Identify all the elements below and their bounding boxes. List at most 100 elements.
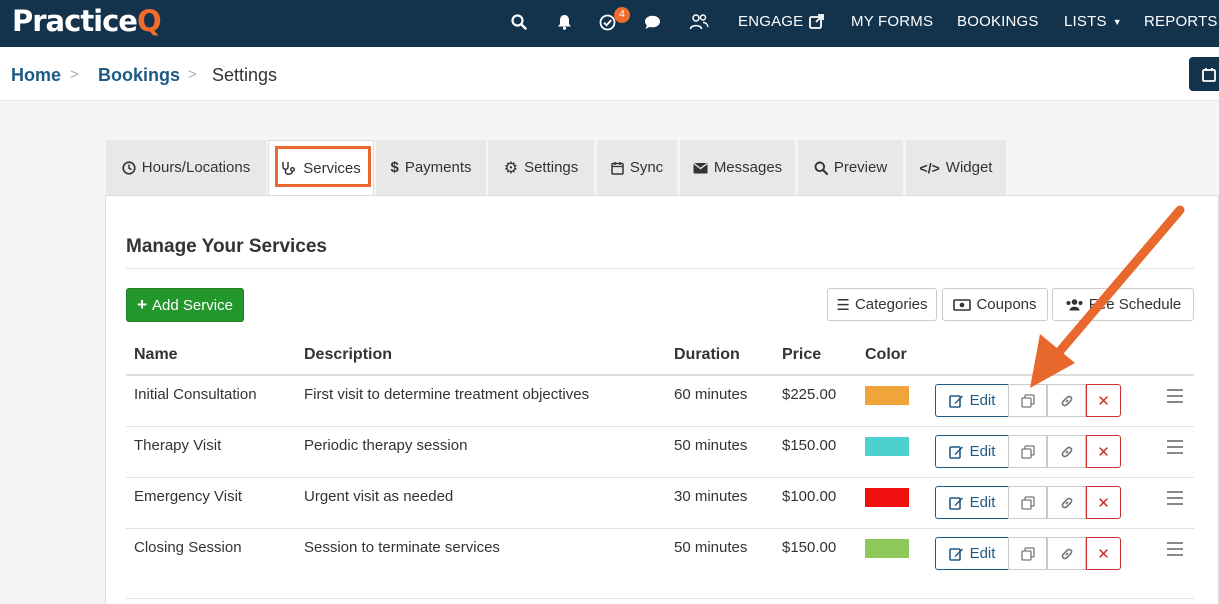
row-divider bbox=[126, 477, 1194, 478]
chat-icon[interactable] bbox=[642, 12, 662, 32]
breadcrumb-current: Settings bbox=[212, 65, 278, 85]
link-button[interactable] bbox=[1047, 384, 1086, 417]
drag-handle-icon[interactable] bbox=[1167, 542, 1183, 556]
calendar-icon bbox=[611, 161, 624, 175]
breadcrumb-separator: > bbox=[70, 66, 79, 83]
edit-button[interactable]: Edit bbox=[935, 435, 1009, 468]
delete-button[interactable]: ✕ bbox=[1086, 486, 1121, 519]
service-color-swatch bbox=[865, 539, 909, 558]
link-button[interactable] bbox=[1047, 486, 1086, 519]
practiceq-logo[interactable]: Practice Q bbox=[12, 4, 162, 40]
add-service-label: Add Service bbox=[152, 296, 233, 314]
tab-payments[interactable]: $ Payments bbox=[376, 140, 486, 195]
add-service-button[interactable]: + Add Service bbox=[126, 288, 244, 322]
envelope-icon bbox=[693, 162, 708, 173]
link-icon bbox=[1061, 446, 1072, 457]
coupons-label: Coupons bbox=[976, 296, 1037, 313]
row-divider bbox=[126, 528, 1194, 529]
bell-icon[interactable] bbox=[554, 12, 574, 32]
service-name: Emergency Visit bbox=[134, 488, 243, 505]
delete-button[interactable]: ✕ bbox=[1086, 384, 1121, 417]
breadcrumb-bookings[interactable]: Bookings bbox=[98, 65, 180, 86]
link-icon bbox=[1061, 548, 1072, 559]
service-color-swatch bbox=[865, 488, 909, 507]
tab-sync[interactable]: Sync bbox=[597, 140, 677, 195]
calendar-icon bbox=[1202, 67, 1216, 82]
tab-payments-label: Payments bbox=[404, 159, 472, 176]
drag-handle-icon[interactable] bbox=[1167, 440, 1183, 454]
delete-button[interactable]: ✕ bbox=[1086, 537, 1121, 570]
col-header-color: Color bbox=[865, 346, 907, 363]
caret-down-icon: ▼ bbox=[1112, 16, 1122, 27]
breadcrumb-home[interactable]: Home bbox=[11, 65, 61, 86]
service-name: Therapy Visit bbox=[134, 437, 222, 454]
link-icon bbox=[1061, 395, 1072, 406]
gear-icon: ⚙ bbox=[503, 159, 519, 177]
col-header-description: Description bbox=[304, 346, 393, 363]
tab-preview[interactable]: Preview bbox=[798, 140, 903, 195]
drag-handle-icon[interactable] bbox=[1167, 389, 1183, 403]
search-icon bbox=[814, 161, 828, 175]
nav-lists-label: LISTS bbox=[1064, 13, 1107, 30]
duplicate-button[interactable] bbox=[1008, 486, 1047, 519]
notification-badge: 4 bbox=[614, 7, 630, 23]
nav-engage[interactable]: ENGAGE bbox=[738, 13, 825, 30]
service-duration: 60 minutes bbox=[674, 386, 748, 403]
fee-schedule-label: Fee Schedule bbox=[1088, 296, 1182, 313]
clients-icon[interactable] bbox=[689, 12, 709, 32]
coupons-button[interactable]: Coupons bbox=[942, 288, 1048, 321]
service-duration: 50 minutes bbox=[674, 539, 748, 556]
nav-bookings[interactable]: BOOKINGS bbox=[957, 13, 1039, 30]
link-button[interactable] bbox=[1047, 435, 1086, 468]
col-header-name: Name bbox=[134, 346, 178, 363]
nav-reports[interactable]: REPORTS bbox=[1144, 13, 1218, 30]
edit-icon bbox=[948, 394, 963, 408]
edit-icon bbox=[948, 445, 963, 459]
tab-widget[interactable]: </> Widget bbox=[906, 140, 1006, 195]
service-price: $100.00 bbox=[782, 488, 837, 505]
code-icon: </> bbox=[919, 159, 940, 176]
edit-button[interactable]: Edit bbox=[935, 537, 1009, 570]
search-icon[interactable] bbox=[509, 12, 529, 32]
copy-icon bbox=[1020, 393, 1035, 408]
nav-my-forms-label: MY FORMS bbox=[851, 13, 934, 30]
users-icon bbox=[1066, 299, 1083, 311]
tab-hours-locations[interactable]: Hours/Locations bbox=[106, 140, 266, 195]
copy-icon bbox=[1020, 546, 1035, 561]
duplicate-button[interactable] bbox=[1008, 537, 1047, 570]
list-icon: ☰ bbox=[836, 296, 850, 314]
service-description: Session to terminate services bbox=[304, 539, 500, 556]
duplicate-button[interactable] bbox=[1008, 384, 1047, 417]
page-title: Manage Your Services bbox=[126, 236, 328, 257]
drag-handle-icon[interactable] bbox=[1167, 491, 1183, 505]
tab-messages[interactable]: Messages bbox=[680, 140, 795, 195]
service-name: Initial Consultation bbox=[134, 386, 257, 403]
tab-preview-label: Preview bbox=[833, 159, 888, 176]
edit-button[interactable]: Edit bbox=[935, 486, 1009, 519]
delete-button[interactable]: ✕ bbox=[1086, 435, 1121, 468]
close-icon: ✕ bbox=[1097, 443, 1110, 461]
edit-button[interactable]: Edit bbox=[935, 384, 1009, 417]
fee-schedule-button[interactable]: Fee Schedule bbox=[1052, 288, 1194, 321]
tab-settings[interactable]: ⚙ Settings bbox=[488, 140, 594, 195]
service-color-swatch bbox=[865, 386, 909, 405]
categories-button[interactable]: ☰ Categories bbox=[827, 288, 937, 321]
copy-icon bbox=[1020, 444, 1035, 459]
service-name: Closing Session bbox=[134, 539, 242, 556]
edit-label: Edit bbox=[969, 443, 996, 460]
edit-label: Edit bbox=[969, 545, 996, 562]
edit-icon bbox=[948, 496, 963, 510]
tab-hours-locations-label: Hours/Locations bbox=[141, 159, 251, 176]
calendar-button[interactable] bbox=[1189, 57, 1219, 91]
close-icon: ✕ bbox=[1097, 545, 1110, 563]
categories-label: Categories bbox=[854, 296, 928, 313]
nav-my-forms[interactable]: MY FORMS bbox=[851, 13, 933, 30]
link-button[interactable] bbox=[1047, 537, 1086, 570]
nav-lists[interactable]: LISTS ▼ bbox=[1064, 13, 1122, 30]
plus-icon: + bbox=[137, 295, 148, 314]
top-navbar: Practice Q 4 ENGAGE MY FORMS BOOKINGS LIS… bbox=[0, 0, 1219, 47]
duplicate-button[interactable] bbox=[1008, 435, 1047, 468]
nav-engage-label: ENGAGE bbox=[738, 13, 804, 30]
tab-messages-label: Messages bbox=[713, 159, 783, 176]
edit-label: Edit bbox=[969, 392, 996, 409]
